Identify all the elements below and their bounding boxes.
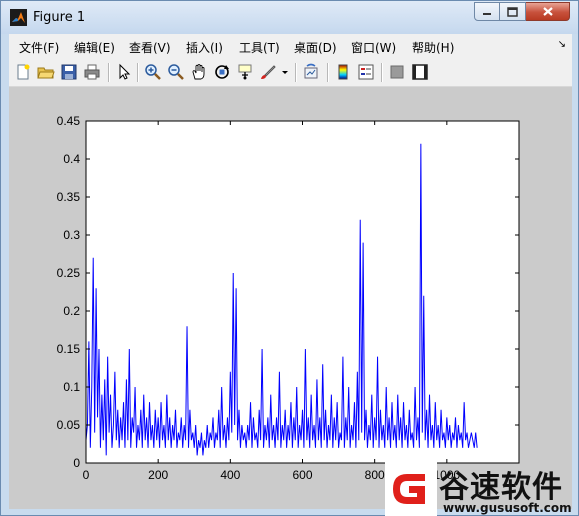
data-cursor-icon[interactable] (236, 63, 254, 81)
watermark: 谷速软件 www.gususoft.com (385, 462, 579, 516)
show-plot-tools-icon[interactable] (411, 63, 429, 81)
dock-arrow-icon[interactable]: ↘ (558, 39, 566, 50)
save-icon[interactable] (60, 63, 78, 81)
x-tick-label: 600 (292, 468, 312, 482)
figure-window: Figure 1 文件(F) 编辑(E) 查看(V) 插入(I) 工具(T) 桌… (0, 0, 579, 516)
x-tick-label: 200 (148, 468, 168, 482)
rotate-3d-icon[interactable] (213, 63, 231, 81)
window-title: Figure 1 (33, 10, 86, 25)
x-tick-label: 800 (365, 468, 385, 482)
x-tick-label: 400 (220, 468, 240, 482)
y-tick-label: 0.25 (57, 266, 81, 280)
watermark-name: 谷速软件 (439, 470, 563, 505)
menu-window[interactable]: 窗口(W) (351, 39, 396, 56)
title-bar[interactable]: Figure 1 (1, 1, 578, 34)
menu-view[interactable]: 查看(V) (129, 39, 171, 56)
y-tick-label: 0.45 (57, 114, 81, 128)
menu-edit[interactable]: 编辑(E) (74, 39, 115, 56)
y-tick-label: 0.4 (63, 152, 80, 166)
new-figure-icon[interactable] (14, 63, 32, 81)
minimize-icon (483, 12, 491, 15)
y-tick-label: 0.3 (63, 228, 80, 242)
insert-legend-icon[interactable] (357, 63, 375, 81)
zoom-out-icon[interactable] (167, 63, 185, 81)
menu-help[interactable]: 帮助(H) (412, 39, 454, 56)
open-file-icon[interactable] (37, 63, 55, 81)
y-tick-label: 0.2 (63, 304, 80, 318)
zoom-in-icon[interactable] (144, 63, 162, 81)
menu-bar: 文件(F) 编辑(E) 查看(V) 插入(I) 工具(T) 桌面(D) 窗口(W… (9, 34, 572, 58)
figure-canvas: 0 200 400 600 800 1000 0 0.05 0.1 0.15 0.2 0.25 0.3 0… (9, 87, 572, 509)
hide-plot-tools-icon[interactable] (388, 63, 406, 81)
close-icon (542, 7, 553, 16)
maximize-button[interactable] (500, 2, 526, 21)
menu-insert[interactable]: 插入(I) (186, 39, 223, 56)
maximize-icon (507, 6, 518, 17)
edit-plot-arrow-icon[interactable] (115, 63, 133, 81)
brush-dropdown-arrow-icon[interactable] (281, 63, 289, 81)
menu-file[interactable]: 文件(F) (19, 39, 59, 56)
menu-tools[interactable]: 工具(T) (239, 39, 280, 56)
gususoft-logo-icon (385, 462, 437, 516)
menu-desktop[interactable]: 桌面(D) (294, 39, 337, 56)
link-plot-icon[interactable] (302, 63, 320, 81)
line-plot[interactable]: 0 200 400 600 800 100000.050.10.150.20.250.30… (9, 87, 572, 509)
close-button[interactable] (526, 2, 570, 21)
y-tick-label: 0.35 (57, 190, 81, 204)
matlab-logo-icon (10, 9, 27, 26)
brush-icon[interactable] (259, 63, 277, 81)
figure-toolbar (9, 58, 572, 87)
y-tick-label: 0 (73, 456, 80, 470)
y-tick-label: 0.05 (57, 418, 81, 432)
pan-hand-icon[interactable] (190, 63, 208, 81)
minimize-button[interactable] (474, 2, 500, 21)
watermark-url: www.gususoft.com (443, 501, 572, 515)
print-icon[interactable] (83, 63, 101, 81)
y-tick-label: 0.15 (57, 342, 81, 356)
y-tick-label: 0.1 (63, 380, 80, 394)
insert-colorbar-icon[interactable] (334, 63, 352, 81)
x-tick-label: 0 (83, 468, 90, 482)
